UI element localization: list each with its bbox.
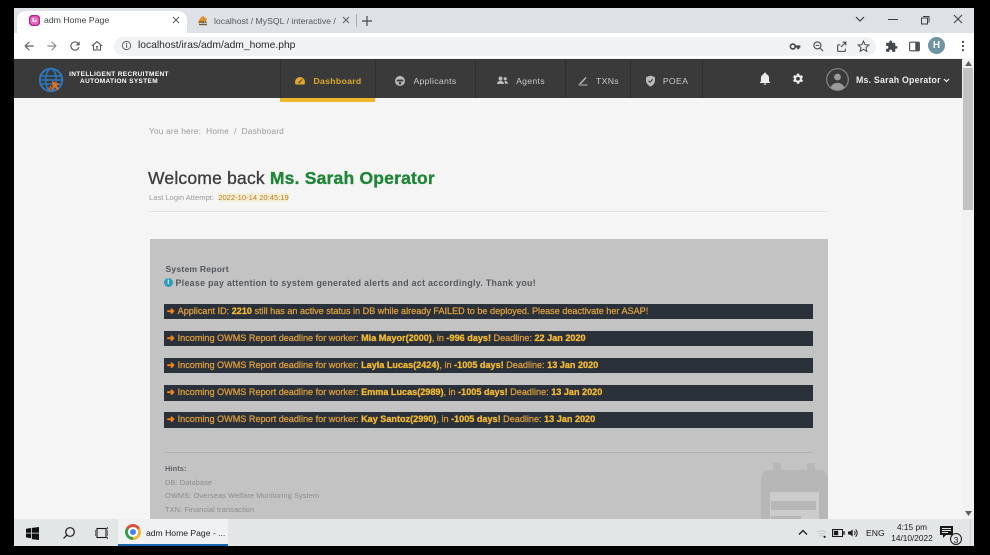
- svg-text:PMA: PMA: [199, 21, 207, 25]
